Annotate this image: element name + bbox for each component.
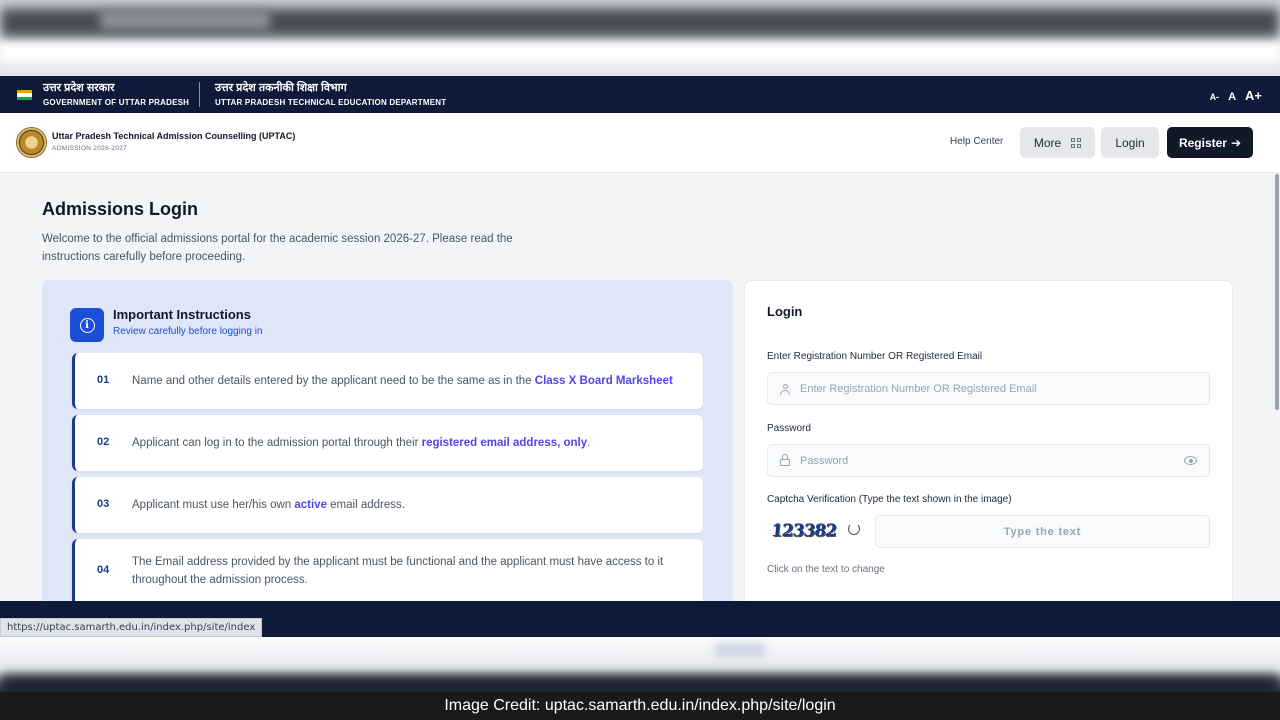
image-credit: Image Credit: uptac.samarth.edu.in/index… — [0, 692, 1280, 720]
captcha-image[interactable]: 123382 — [770, 521, 837, 541]
taskbar-blurred — [0, 637, 1280, 692]
password-input[interactable]: Password — [767, 444, 1210, 477]
info-icon: i — [70, 308, 104, 342]
login-card: Login Enter Registration Number OR Regis… — [744, 280, 1233, 601]
instructions-subheading: Review carefully before logging in — [113, 326, 263, 337]
status-url: https://uptac.samarth.edu.in/index.php/s… — [0, 618, 263, 637]
divider — [199, 82, 200, 107]
government-bar: उत्तर प्रदेश सरकार GOVERNMENT OF UTTAR P… — [0, 76, 1280, 113]
refresh-icon[interactable] — [848, 523, 860, 535]
instruction-text: The Email address provided by the applic… — [132, 556, 664, 586]
instruction-item: 04 The Email address provided by the app… — [72, 539, 703, 601]
instruction-number: 03 — [97, 498, 110, 510]
government-label: उत्तर प्रदेश सरकार GOVERNMENT OF UTTAR P… — [43, 82, 189, 107]
instruction-item: 01 Name and other details entered by the… — [72, 353, 703, 409]
instruction-item: 02 Applicant can log in to the admission… — [72, 415, 703, 471]
more-button[interactable]: More — [1020, 127, 1095, 158]
site-header: Uttar Pradesh Technical Admission Counse… — [0, 113, 1280, 173]
department-english: UTTAR PRADESH TECHNICAL EDUCATION DEPART… — [215, 98, 447, 107]
font-decrease-button[interactable]: A- — [1210, 92, 1220, 102]
page-scrollbar[interactable] — [1275, 174, 1279, 410]
register-label: Register — [1178, 135, 1227, 150]
site-subtitle: ADMISSION 2026-2027 — [52, 145, 128, 152]
government-english: GOVERNMENT OF UTTAR PRADESH — [43, 98, 190, 107]
department-label: उत्तर प्रदेश तकनीकी शिक्षा विभाग UTTAR P… — [215, 82, 446, 107]
font-size-controls: A- A A+ — [1210, 88, 1262, 103]
registration-label: Enter Registration Number OR Registered … — [767, 351, 983, 362]
captcha-label: Captcha Verification (Type the text show… — [767, 494, 1012, 505]
site-title: Uttar Pradesh Technical Admission Counse… — [52, 131, 296, 141]
captcha-hint: Click on the text to change — [767, 564, 885, 575]
captcha-input[interactable]: Type the text — [875, 515, 1210, 548]
instructions-heading: Important Instructions — [113, 307, 251, 322]
eye-icon[interactable] — [1184, 456, 1197, 465]
font-increase-button[interactable]: A+ — [1245, 88, 1262, 103]
password-label: Password — [767, 423, 811, 434]
instruction-text: Name and other details entered by the ap… — [132, 375, 673, 387]
instructions-card: i Important Instructions Review carefull… — [42, 280, 733, 601]
instruction-text: Applicant must use her/his own active em… — [132, 499, 405, 511]
instruction-item: 03 Applicant must use her/his own active… — [72, 477, 703, 533]
user-icon — [780, 384, 790, 395]
browser-chrome-blurred — [0, 0, 1280, 76]
department-hindi: उत्तर प्रदेश तकनीकी शिक्षा विभाग — [215, 82, 347, 94]
help-center-link[interactable]: Help Center — [950, 136, 1003, 147]
arrow-right-icon: ➔ — [1230, 135, 1242, 150]
page-title: Admissions Login — [42, 199, 199, 219]
uptac-logo-icon[interactable] — [16, 127, 47, 158]
india-flag-icon — [17, 90, 32, 100]
main-content: Admissions Login Welcome to the official… — [0, 173, 1280, 601]
captcha-placeholder: Type the text — [1003, 526, 1082, 538]
login-title: Login — [767, 304, 803, 319]
register-button[interactable]: Register ➔ — [1167, 127, 1253, 158]
lock-icon — [780, 454, 790, 467]
instruction-number: 04 — [97, 564, 110, 576]
more-label: More — [1033, 135, 1062, 150]
login-button[interactable]: Login — [1101, 127, 1159, 158]
registration-input[interactable]: Enter Registration Number OR Registered … — [767, 372, 1210, 405]
grid-icon — [1071, 137, 1082, 148]
font-normal-button[interactable]: A — [1228, 91, 1236, 103]
page-description: Welcome to the official admissions porta… — [42, 233, 513, 263]
password-placeholder: Password — [800, 455, 849, 467]
instruction-number: 01 — [97, 374, 110, 386]
instruction-number: 02 — [97, 436, 110, 448]
government-hindi: उत्तर प्रदेश सरकार — [43, 82, 115, 94]
registration-placeholder: Enter Registration Number OR Registered … — [800, 383, 1037, 395]
instruction-text: Applicant can log in to the admission po… — [132, 437, 591, 449]
